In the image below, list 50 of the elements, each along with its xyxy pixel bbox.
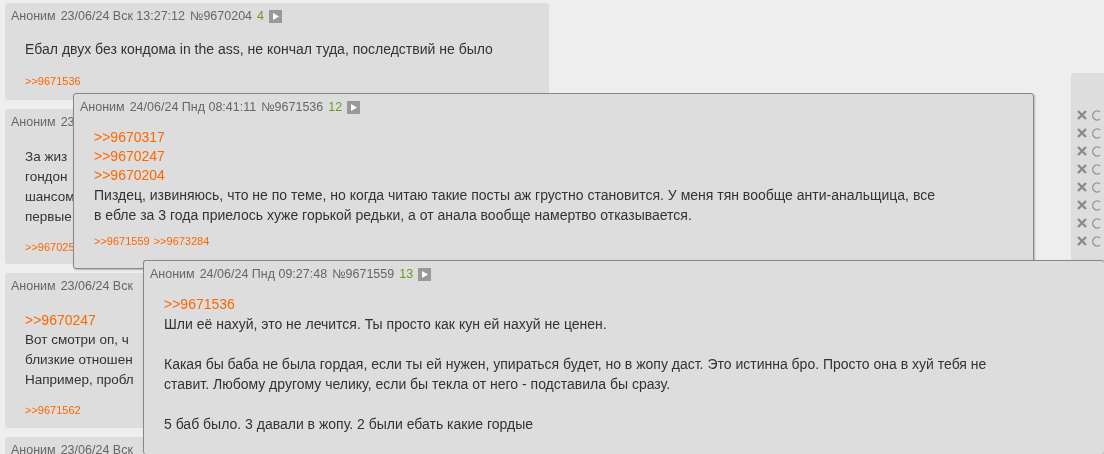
reply-link[interactable]: >>9671559 [94,235,150,247]
reply-link[interactable]: >>9670247 [94,147,165,166]
reply-link[interactable]: >>9671562 [25,404,81,416]
refresh-icon[interactable] [1091,163,1103,175]
close-icon[interactable] [1076,163,1088,175]
author-name: Аноним [11,279,56,293]
close-icon[interactable] [1076,109,1088,121]
reply-count: 13 [399,267,414,281]
close-icon[interactable] [1076,127,1088,139]
reply-link[interactable]: >>9670247 [25,311,96,330]
author-name: Аноним [11,115,56,129]
close-icon[interactable] [1076,235,1088,247]
post-number[interactable]: №9671559 [332,267,395,281]
close-icon[interactable] [1076,217,1088,229]
post-number[interactable]: №9671536 [261,100,324,114]
post-date: 24/06/24 Пнд 08:41:11 [129,100,257,114]
reply-link[interactable]: >>9670204 [94,166,165,185]
post-text: Ебал двух без кондома in the ass, не кончал туда, последствий не было [25,40,493,59]
post-text: Шли её нахуй, это не лечится. Ты просто как кун ей нахуй не ценен. Какая бы баба не была гордая, если ты ей нужен, упираться будет, но в жопу даст. Это истинна бро. Просто она в хуй тебя не ставит. Любому другому челику, если бы текла от него - подставила бы сразу. 5 баб было. 3 давали в жопу. 2 были ебать какие гордые [164,315,987,434]
play-icon[interactable] [347,100,361,114]
refresh-icon[interactable] [1091,109,1103,121]
reply-count: 12 [328,100,343,114]
reply-link[interactable]: >>967025 [25,241,75,253]
refresh-icon[interactable] [1091,199,1103,211]
close-icon[interactable] [1076,181,1088,193]
post-date: 23/06/24 Вск 13:27:12 [60,9,185,23]
play-icon[interactable] [269,9,283,23]
refresh-icon[interactable] [1091,217,1103,229]
refresh-icon[interactable] [1091,145,1103,157]
reply-count: 4 [257,9,265,23]
refresh-icon[interactable] [1091,127,1103,139]
author-name: Аноним [150,267,195,281]
reply-link[interactable]: >>9671536 [25,75,81,87]
post-number[interactable]: №9670204 [190,9,253,23]
refresh-icon[interactable] [1091,181,1103,193]
close-icon[interactable] [1076,199,1088,211]
post-date: 23/06/24 Вск [60,443,133,454]
author-name: Аноним [11,9,56,23]
post-date: 24/06/24 Пнд 09:27:48 [199,267,328,281]
close-icon[interactable] [1076,145,1088,157]
post-text: Вот смотри оп, ч близкие отношен Например, пробл [25,331,134,389]
reply-link[interactable]: >>9670317 [94,128,165,147]
play-icon[interactable] [418,267,432,281]
reply-link[interactable]: >>9671536 [164,295,235,314]
post-date: 23/06/24 Вск [60,279,133,293]
post-text: Пиздец, извиняюсь, что не по теме, но когда читаю такие посты аж грустно становится. У меня тян вообще анти-анальщица, все в ебле за 3 года приелось хуже горькой редьки, а от анала вообще намертво отказывается. [94,186,935,225]
author-name: Аноним [80,100,125,114]
reply-link[interactable]: >>9673284 [153,235,210,247]
refresh-icon[interactable] [1091,235,1103,247]
author-name: Аноним [11,443,56,454]
